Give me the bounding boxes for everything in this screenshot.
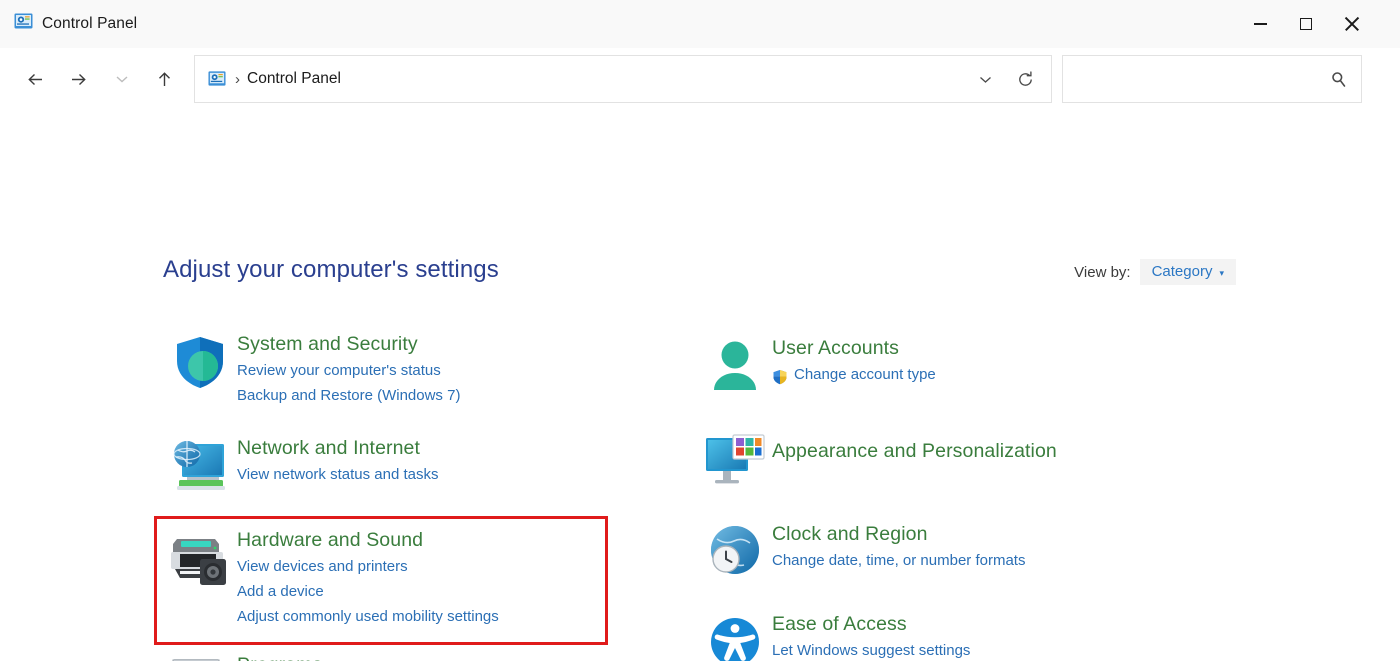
breadcrumb-separator: ›: [230, 71, 247, 88]
close-button[interactable]: [1329, 0, 1375, 48]
category-link[interactable]: View devices and printers: [237, 555, 499, 580]
window-controls: [1237, 0, 1400, 48]
category-title[interactable]: Programs: [237, 653, 367, 661]
category-body: User Accounts: [772, 329, 936, 388]
chevron-down-icon: ▾: [1219, 269, 1224, 278]
category-clock-and-region[interactable]: Clock and Region Change date, time, or n…: [698, 515, 1168, 589]
view-by-dropdown[interactable]: Category ▾: [1140, 259, 1236, 285]
forward-button[interactable]: [57, 60, 100, 98]
category-link[interactable]: Add a device: [237, 580, 499, 605]
category-body: Ease of Access Let Windows suggest setti…: [772, 605, 970, 661]
category-body: System and Security Review your computer…: [237, 325, 460, 409]
category-link-text: Change date, time, or number formats: [772, 549, 1025, 574]
programs-disc-icon: [163, 646, 237, 661]
view-by-value: Category: [1152, 263, 1213, 280]
control-panel-window: Control Panel: [0, 0, 1400, 661]
clock-globe-icon: [698, 515, 772, 589]
category-title[interactable]: Clock and Region: [772, 522, 1025, 546]
previous-locations-button[interactable]: [965, 57, 1005, 101]
recent-locations-button[interactable]: [100, 60, 143, 98]
category-hardware-and-sound[interactable]: Hardware and Sound View devices and prin…: [163, 521, 633, 630]
shield-icon: [163, 325, 237, 399]
ease-of-access-icon: [698, 605, 772, 661]
category-title[interactable]: User Accounts: [772, 336, 936, 360]
category-link-text: Review your computer's status: [237, 359, 441, 384]
category-ease-of-access[interactable]: Ease of Access Let Windows suggest setti…: [698, 605, 1168, 661]
category-column-right: User Accounts: [698, 329, 1168, 661]
category-column-left: System and Security Review your computer…: [163, 325, 633, 661]
page-title: Adjust your computer's settings: [163, 256, 499, 284]
printer-speaker-icon: [163, 521, 237, 595]
category-programs[interactable]: Programs Uninstall a program: [163, 646, 633, 661]
category-link[interactable]: Let Windows suggest settings: [772, 639, 970, 661]
category-link[interactable]: Review your computer's status: [237, 359, 460, 384]
category-title[interactable]: Ease of Access: [772, 612, 970, 636]
category-link[interactable]: Change date, time, or number formats: [772, 549, 1025, 574]
category-system-and-security[interactable]: System and Security Review your computer…: [163, 325, 633, 409]
network-globe-monitor-icon: [163, 429, 237, 503]
category-body: Network and Internet View network status…: [237, 429, 439, 488]
view-by-label: View by:: [1074, 264, 1130, 281]
category-link-text: Add a device: [237, 580, 324, 605]
category-link[interactable]: Adjust commonly used mobility settings: [237, 605, 499, 630]
navigation-bar: › Control Panel: [0, 48, 1400, 110]
control-panel-icon: [14, 12, 33, 36]
category-title[interactable]: Appearance and Personalization: [772, 439, 1057, 463]
maximize-icon: [1300, 18, 1312, 30]
appearance-monitor-icon: [698, 425, 772, 499]
title-bar-left: Control Panel: [0, 12, 137, 36]
category-title[interactable]: Network and Internet: [237, 436, 439, 460]
category-body: Programs Uninstall a program: [237, 646, 367, 661]
address-bar[interactable]: › Control Panel: [194, 55, 1052, 103]
category-network-and-internet[interactable]: Network and Internet View network status…: [163, 429, 633, 503]
uac-shield-icon: [772, 369, 788, 385]
view-by-control: View by: Category ▾: [1074, 259, 1236, 285]
category-title[interactable]: System and Security: [237, 332, 460, 356]
title-bar: Control Panel: [0, 0, 1400, 48]
category-user-accounts[interactable]: User Accounts: [698, 329, 1168, 403]
close-icon: [1344, 16, 1360, 32]
category-link-text: View network status and tasks: [237, 463, 439, 488]
category-body: Hardware and Sound View devices and prin…: [237, 521, 499, 630]
category-appearance-and-personalization[interactable]: Appearance and Personalization: [698, 425, 1168, 499]
breadcrumb-path[interactable]: Control Panel: [247, 70, 341, 88]
category-title[interactable]: Hardware and Sound: [237, 528, 499, 552]
search-box[interactable]: [1062, 55, 1362, 103]
breadcrumb-control-panel-icon: [208, 70, 226, 88]
search-input[interactable]: [1076, 70, 1329, 88]
back-button[interactable]: [14, 60, 57, 98]
maximize-button[interactable]: [1283, 0, 1329, 48]
category-body: Clock and Region Change date, time, or n…: [772, 515, 1025, 574]
search-icon[interactable]: [1329, 70, 1348, 89]
up-button[interactable]: [143, 60, 186, 98]
category-link-text: Change account type: [794, 363, 936, 388]
window-title: Control Panel: [42, 15, 137, 33]
minimize-button[interactable]: [1237, 0, 1283, 48]
category-link-text: Let Windows suggest settings: [772, 639, 970, 661]
content-area: Adjust your computer's settings View by:…: [0, 110, 1400, 661]
category-link-text: Backup and Restore (Windows 7): [237, 384, 460, 409]
category-link-text: Adjust commonly used mobility settings: [237, 605, 499, 630]
refresh-button[interactable]: [1005, 57, 1045, 101]
category-body: Appearance and Personalization: [772, 425, 1057, 466]
category-link[interactable]: Backup and Restore (Windows 7): [237, 384, 460, 409]
minimize-icon: [1254, 23, 1267, 25]
category-link[interactable]: Change account type: [772, 363, 936, 388]
category-link-text: View devices and printers: [237, 555, 408, 580]
category-link[interactable]: View network status and tasks: [237, 463, 439, 488]
user-account-icon: [698, 329, 772, 403]
